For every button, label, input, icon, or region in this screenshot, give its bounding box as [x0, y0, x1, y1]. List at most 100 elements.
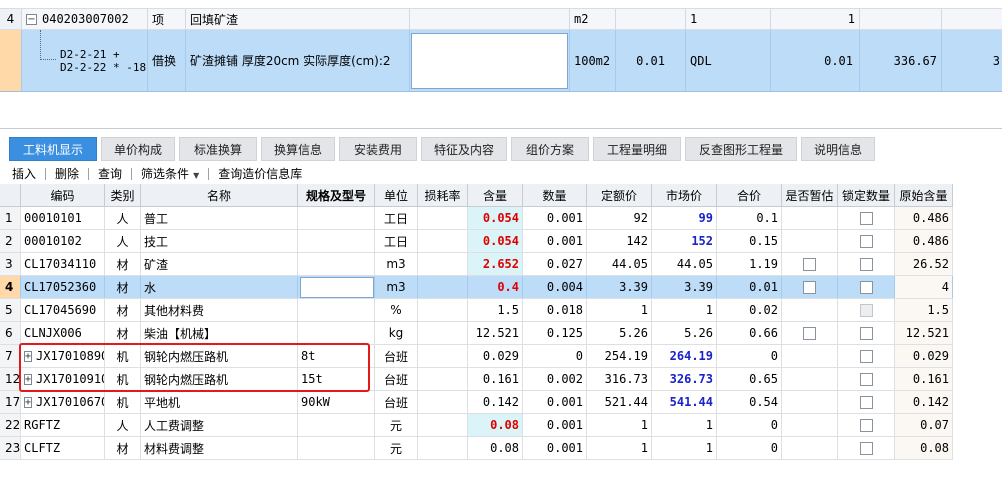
row-number[interactable]: 1 — [0, 207, 21, 229]
table-row[interactable]: 3 CL17034110 材矿渣 m3 2.652 0.027 44.05 44.05 1.19… — [0, 253, 953, 276]
content-cell[interactable]: 0.4 — [468, 276, 523, 298]
provisional-cell[interactable] — [782, 368, 838, 390]
total-price-cell[interactable]: 0.02 — [717, 299, 782, 321]
quota-price-cell[interactable]: 1 — [587, 414, 652, 436]
market-price-cell[interactable]: 264.19 — [652, 345, 717, 367]
code-cell[interactable]: 00010101 — [21, 207, 105, 229]
collapse-icon[interactable]: − — [26, 13, 37, 25]
code-cell[interactable]: CLNJX006 — [21, 322, 105, 344]
total-price-cell[interactable]: 0.01 — [717, 276, 782, 298]
category-cell[interactable]: 人 — [105, 230, 141, 252]
lock-qty-cell[interactable] — [838, 299, 895, 321]
original-content-cell[interactable]: 1.5 — [895, 299, 953, 321]
quota-price-cell[interactable]: 521.44 — [587, 391, 652, 413]
provisional-cell[interactable] — [782, 322, 838, 344]
market-price-cell[interactable]: 3.39 — [652, 276, 717, 298]
loss-rate-cell[interactable] — [418, 230, 468, 252]
original-content-cell[interactable]: 26.52 — [895, 253, 953, 275]
spec-cell[interactable] — [298, 207, 375, 229]
quantity-cell[interactable]: 0.001 — [523, 391, 587, 413]
quantity-cell[interactable]: 0.001 — [523, 437, 587, 459]
total-price-cell[interactable]: 0.15 — [717, 230, 782, 252]
total-price-cell[interactable]: 0.54 — [717, 391, 782, 413]
delete-button[interactable]: 删除 — [52, 165, 82, 182]
content-cell[interactable]: 0.142 — [468, 391, 523, 413]
content-cell[interactable]: 12.521 — [468, 322, 523, 344]
spec-cell[interactable]: 90kW — [298, 391, 375, 413]
unit-cell[interactable]: kg — [375, 322, 418, 344]
market-price-cell[interactable]: 1 — [652, 437, 717, 459]
filter-dropdown[interactable]: 筛选条件 ▼ — [138, 165, 202, 182]
spec-edit-box[interactable] — [411, 33, 568, 89]
unit-cell[interactable]: 元 — [375, 414, 418, 436]
tab-description[interactable]: 说明信息 — [801, 137, 875, 161]
code-cell[interactable]: CL17045690 — [21, 299, 105, 321]
name-cell[interactable]: 矿渣 — [141, 253, 298, 275]
unit-cell[interactable]: % — [375, 299, 418, 321]
quantity-cell[interactable]: 0.018 — [523, 299, 587, 321]
unit-cell[interactable]: m3 — [375, 253, 418, 275]
unit-cell[interactable]: 工日 — [375, 230, 418, 252]
code-cell[interactable]: + JX17010670 — [21, 391, 105, 413]
lock-qty-cell[interactable] — [838, 437, 895, 459]
provisional-cell[interactable] — [782, 253, 838, 275]
provisional-cell[interactable] — [782, 414, 838, 436]
lock-qty-checkbox[interactable] — [859, 349, 873, 363]
original-content-cell[interactable]: 0.07 — [895, 414, 953, 436]
loss-rate-cell[interactable] — [418, 207, 468, 229]
header-category[interactable]: 类别 — [105, 184, 141, 206]
unit-cell[interactable]: 台班 — [375, 391, 418, 413]
row-number[interactable]: 6 — [0, 322, 21, 344]
loss-rate-cell[interactable] — [418, 345, 468, 367]
unit-cell[interactable]: 台班 — [375, 345, 418, 367]
lock-qty-checkbox[interactable] — [859, 257, 873, 271]
name-cell[interactable]: 其他材料费 — [141, 299, 298, 321]
header-spec-model[interactable]: 规格及型号 — [298, 184, 375, 206]
content-cell[interactable]: 0.08 — [468, 437, 523, 459]
row-number[interactable]: 12 — [0, 368, 21, 390]
loss-rate-cell[interactable] — [418, 322, 468, 344]
lock-qty-cell[interactable] — [838, 414, 895, 436]
header-original-content[interactable]: 原始含量 — [895, 184, 953, 206]
table-row[interactable]: 4 CL17052360 材水 m3 0.4 0.004 3.39 3.39 0.01 4 — [0, 276, 953, 299]
header-name[interactable]: 名称 — [141, 184, 298, 206]
tab-features-content[interactable]: 特征及内容 — [421, 137, 507, 161]
category-cell[interactable]: 机 — [105, 391, 141, 413]
provisional-cell[interactable] — [782, 299, 838, 321]
lock-qty-checkbox[interactable] — [859, 418, 873, 432]
table-row[interactable]: 6 CLNJX006 材柴油【机械】 kg 12.521 0.125 5.26 5.26 0.6… — [0, 322, 953, 345]
market-price-cell[interactable]: 541.44 — [652, 391, 717, 413]
provisional-cell[interactable] — [782, 345, 838, 367]
market-price-cell[interactable]: 99 — [652, 207, 717, 229]
lock-qty-checkbox[interactable] — [859, 441, 873, 455]
lock-qty-checkbox[interactable] — [859, 372, 873, 386]
header-total-price[interactable]: 合价 — [717, 184, 782, 206]
category-cell[interactable]: 材 — [105, 322, 141, 344]
market-price-cell[interactable]: 5.26 — [652, 322, 717, 344]
header-lock-qty[interactable]: 锁定数量 — [838, 184, 895, 206]
content-cell[interactable]: 0.054 — [468, 207, 523, 229]
name-cell[interactable]: 技工 — [141, 230, 298, 252]
original-content-cell[interactable]: 0.486 — [895, 207, 953, 229]
lock-qty-checkbox[interactable] — [859, 326, 873, 340]
query-button[interactable]: 查询 — [95, 165, 125, 182]
lock-qty-cell[interactable] — [838, 368, 895, 390]
loss-rate-cell[interactable] — [418, 299, 468, 321]
original-content-cell[interactable]: 12.521 — [895, 322, 953, 344]
quantity-cell[interactable]: 0.001 — [523, 230, 587, 252]
code-cell[interactable]: 00010102 — [21, 230, 105, 252]
name-cell[interactable]: 平地机 — [141, 391, 298, 413]
market-price-cell[interactable]: 326.73 — [652, 368, 717, 390]
provisional-checkbox[interactable] — [803, 257, 816, 271]
price-info-library-button[interactable]: 查询造价信息库 — [215, 165, 305, 182]
header-quota-price[interactable]: 定额价 — [587, 184, 652, 206]
name-cell[interactable]: 材料费调整 — [141, 437, 298, 459]
original-content-cell[interactable]: 4 — [895, 276, 953, 298]
lock-qty-cell[interactable] — [838, 345, 895, 367]
lock-qty-checkbox[interactable] — [859, 395, 873, 409]
table-row[interactable]: 23 CLFTZ 材材料费调整元 0.08 0.001 1 1 0 0.08 — [0, 437, 953, 460]
category-cell[interactable]: 人 — [105, 207, 141, 229]
row-number[interactable]: 7 — [0, 345, 21, 367]
tab-reverse-graphic-quantity[interactable]: 反查图形工程量 — [685, 137, 797, 161]
content-cell[interactable]: 1.5 — [468, 299, 523, 321]
